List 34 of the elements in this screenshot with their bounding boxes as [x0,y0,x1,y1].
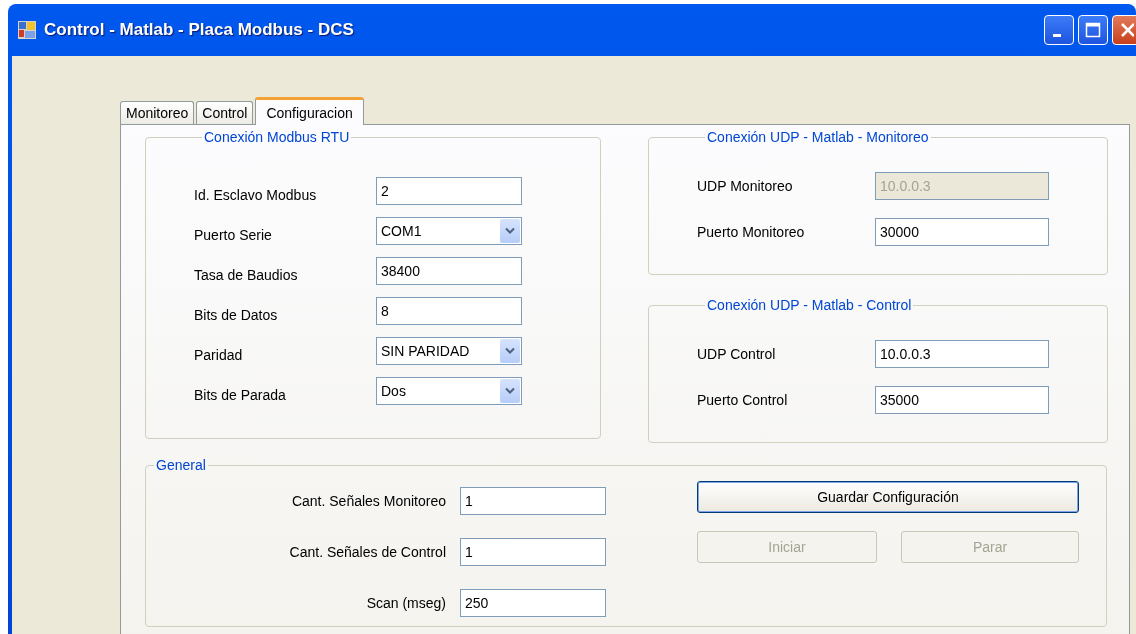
field-label: Puerto Control [697,392,789,408]
input-field[interactable]: 2 [376,177,522,205]
field-label: Bits de Datos [194,306,279,323]
field-label: Tasa de Baudios [194,266,299,283]
field-label: Puerto Monitoreo [697,224,806,240]
field-label: Scan (mseg) [366,594,446,611]
field-label: Cant. Señales de Control [289,543,446,560]
dropdown[interactable]: SIN PARIDAD [376,337,522,365]
dropdown[interactable]: Dos [376,377,522,405]
group-title: Conexión UDP - Matlab - Control [706,297,913,313]
input-field[interactable]: 10.0.0.3 [875,340,1049,368]
field-label: Cant. Señales Monitoreo [291,492,446,509]
field-label: UDP Monitoreo [697,178,794,194]
input-field[interactable]: 38400 [376,257,522,285]
field-label: Bits de Parada [194,386,287,403]
action-button[interactable]: Guardar Configuración [697,481,1079,513]
field-label: Paridad [194,346,244,363]
input-field[interactable]: 250 [460,588,606,617]
group-title: Conexión Modbus RTU [203,129,351,145]
dropdown[interactable]: COM1 [376,217,522,245]
window-title: Control - Matlab - Placa Modbus - DCS [44,20,354,40]
input-field[interactable]: 1 [460,486,606,515]
group-title: General [155,457,207,473]
tab[interactable]: Monitoreo [120,101,195,124]
field-label: Id. Esclavo Modbus [194,186,318,203]
input-field[interactable]: 30000 [875,218,1049,246]
input-field[interactable]: 35000 [875,386,1049,414]
tab[interactable]: Control [196,101,254,124]
tab[interactable]: Configuracion [255,97,364,125]
field-label: UDP Control [697,346,777,362]
field-label: Puerto Serie [194,226,273,243]
input-field[interactable]: 1 [460,537,606,566]
input-field[interactable]: 8 [376,297,522,325]
group-title: Conexión UDP - Matlab - Monitoreo [706,129,930,145]
